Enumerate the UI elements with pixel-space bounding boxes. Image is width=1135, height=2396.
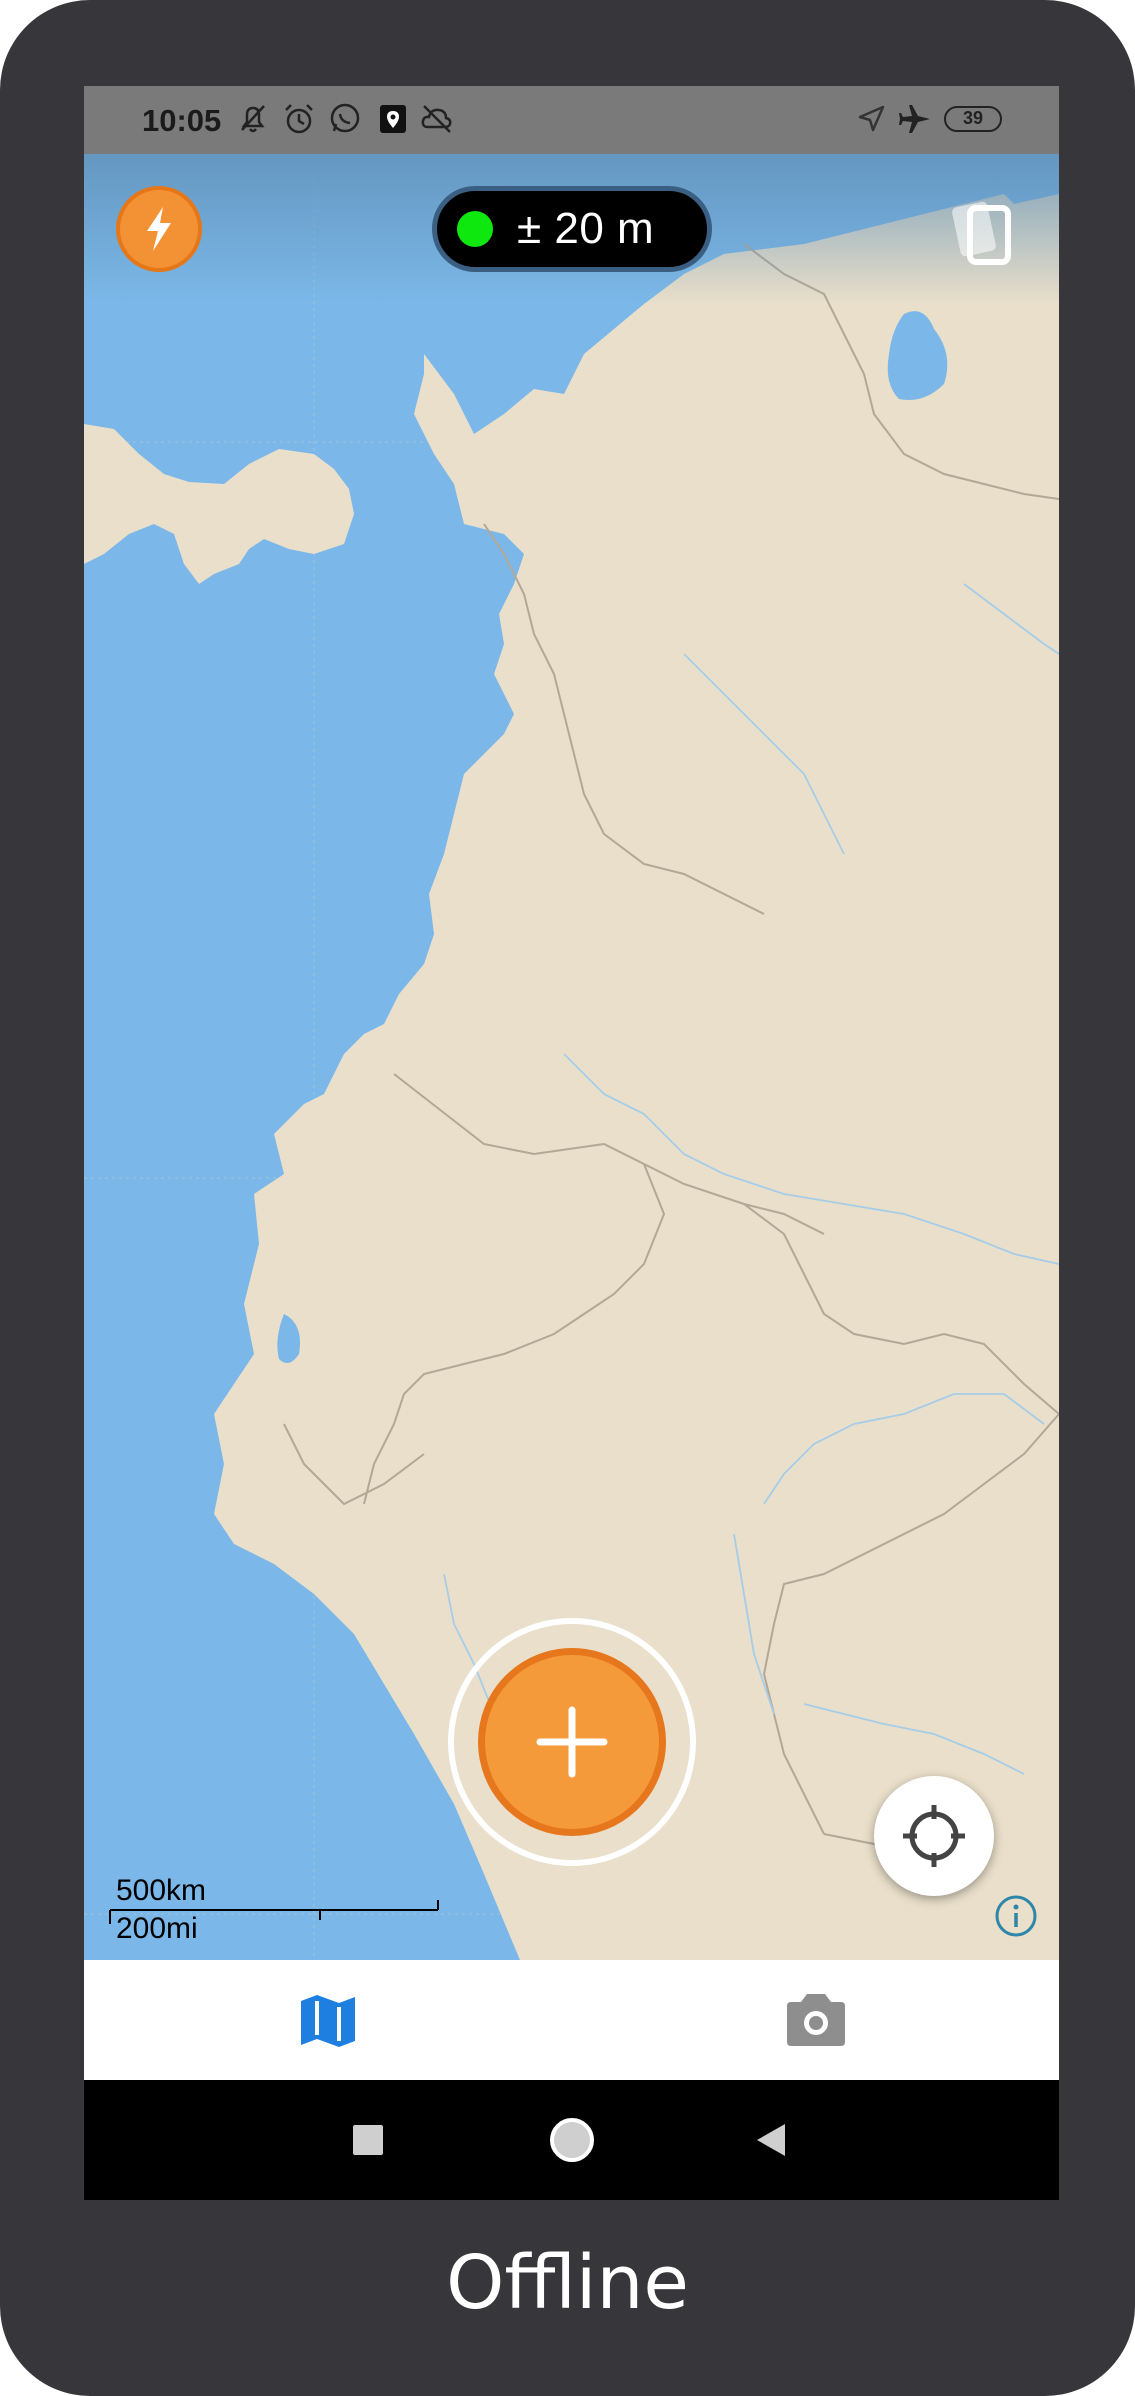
system-navigation-bar [84, 2080, 1059, 2200]
phone-frame: 10:05 39 ± 20 m 500km 200mi Offline [0, 0, 1135, 2396]
phone-screen: 10:05 39 ± 20 m 500km 200mi [84, 86, 1059, 2200]
flash-button[interactable] [116, 186, 202, 272]
add-button[interactable] [478, 1648, 666, 1836]
recents-button[interactable] [338, 2110, 398, 2170]
tab-camera[interactable] [572, 1960, 1059, 2080]
tab-map[interactable] [84, 1960, 571, 2080]
bottom-navigation [84, 1960, 1059, 2080]
scale-bar [109, 1900, 439, 1924]
cloud-off-icon [421, 105, 452, 133]
battery-level: 39 [962, 108, 984, 128]
crosshair-icon [903, 1805, 965, 1867]
home-button[interactable] [542, 2110, 602, 2170]
back-button[interactable] [740, 2110, 800, 2170]
info-icon[interactable] [994, 1894, 1038, 1938]
locate-me-button[interactable] [874, 1776, 994, 1896]
navigation-icon [858, 105, 885, 132]
lightning-icon [147, 207, 171, 251]
alarm-icon [285, 104, 313, 134]
airplane-mode-icon [899, 105, 930, 133]
map-icon [300, 1995, 355, 2047]
plus-icon [536, 1706, 608, 1778]
location-app-icon [380, 105, 406, 133]
square-icon [353, 2125, 383, 2155]
gps-accuracy-indicator: ± 20 m [432, 186, 712, 272]
gps-accuracy-text: ± 20 m [517, 204, 655, 253]
gps-status-dot [457, 211, 493, 247]
caption-offline: Offline [446, 2240, 689, 2326]
bell-off-icon [241, 105, 265, 133]
circle-icon [550, 2118, 594, 2162]
status-bar: 10:05 39 [84, 86, 1059, 154]
back-triangle-icon [757, 2124, 785, 2156]
camera-icon [786, 1994, 845, 2046]
layers-icon[interactable] [944, 190, 1024, 270]
status-time: 10:05 [142, 103, 222, 138]
whatsapp-icon [330, 103, 360, 133]
battery-icon: 39 [944, 106, 1002, 132]
map-scale: 500km 200mi [104, 1866, 444, 1966]
